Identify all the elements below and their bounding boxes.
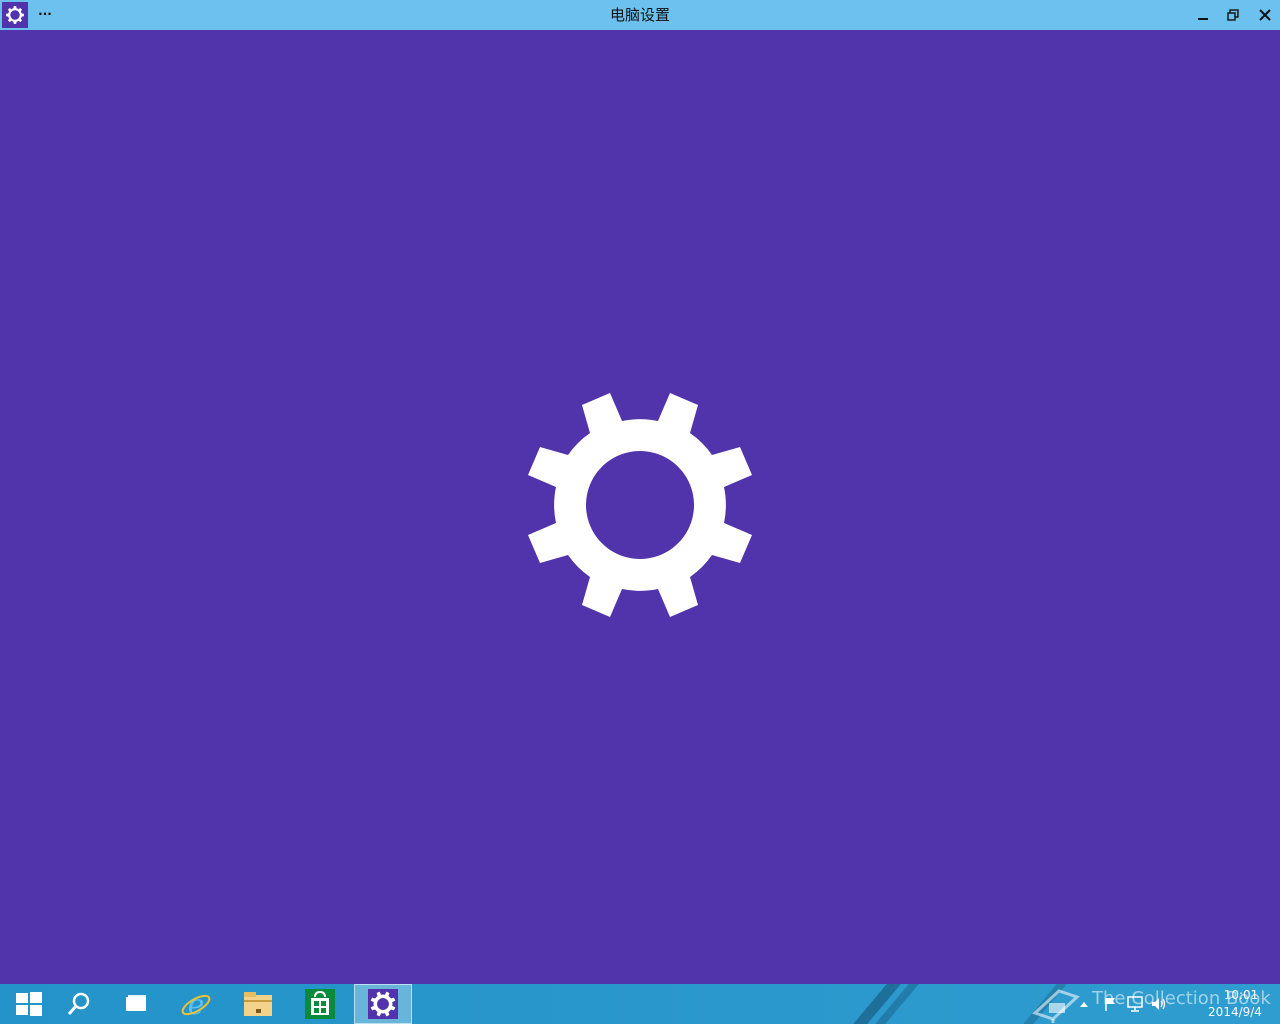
clock-date[interactable]: 2014/9/4 — [1200, 1005, 1270, 1019]
action-center-flag-icon — [1105, 998, 1115, 1011]
file-explorer-button[interactable] — [229, 984, 287, 1024]
window-title: 电脑设置 — [609, 6, 670, 24]
store-icon — [305, 989, 335, 1019]
close-icon — [1259, 9, 1271, 21]
show-hidden-icons-icon — [1080, 1002, 1088, 1007]
pc-settings-taskbar-button[interactable] — [354, 984, 412, 1024]
volume-icon — [1152, 998, 1166, 1010]
windows-logo-icon — [16, 992, 42, 1016]
gear-icon — [528, 393, 752, 617]
folder-icon — [244, 992, 272, 1016]
gear-icon — [6, 6, 24, 24]
more-options-button[interactable]: ··· — [38, 4, 52, 24]
volume-button[interactable] — [1148, 984, 1170, 1024]
store-button[interactable] — [291, 984, 349, 1024]
restore-button[interactable] — [1218, 0, 1248, 30]
task-view-button[interactable] — [107, 984, 165, 1024]
splash-screen — [0, 30, 1280, 984]
close-button[interactable] — [1250, 0, 1280, 30]
restore-icon — [1227, 9, 1239, 21]
search-icon — [67, 992, 90, 1015]
internet-explorer-button[interactable]: e — [167, 984, 225, 1024]
minimize-icon — [1198, 18, 1208, 20]
action-center-button[interactable] — [1100, 984, 1122, 1024]
gear-icon — [368, 989, 398, 1019]
app-icon[interactable] — [2, 2, 28, 28]
title-bar: ··· 电脑设置 — [0, 0, 1280, 30]
search-button[interactable] — [50, 984, 108, 1024]
clock-time[interactable]: 10:01 — [1212, 988, 1270, 1002]
network-icon — [1127, 996, 1143, 1012]
task-view-icon — [126, 995, 146, 1011]
svg-text:e: e — [188, 988, 205, 1020]
network-button[interactable] — [1124, 984, 1146, 1024]
internet-explorer-icon: e — [181, 988, 211, 1020]
minimize-button[interactable] — [1188, 0, 1218, 30]
show-hidden-icons-button[interactable] — [1076, 984, 1092, 1024]
taskbar: e The Collection Book 10:01 2014/9/4 — [0, 984, 1280, 1024]
